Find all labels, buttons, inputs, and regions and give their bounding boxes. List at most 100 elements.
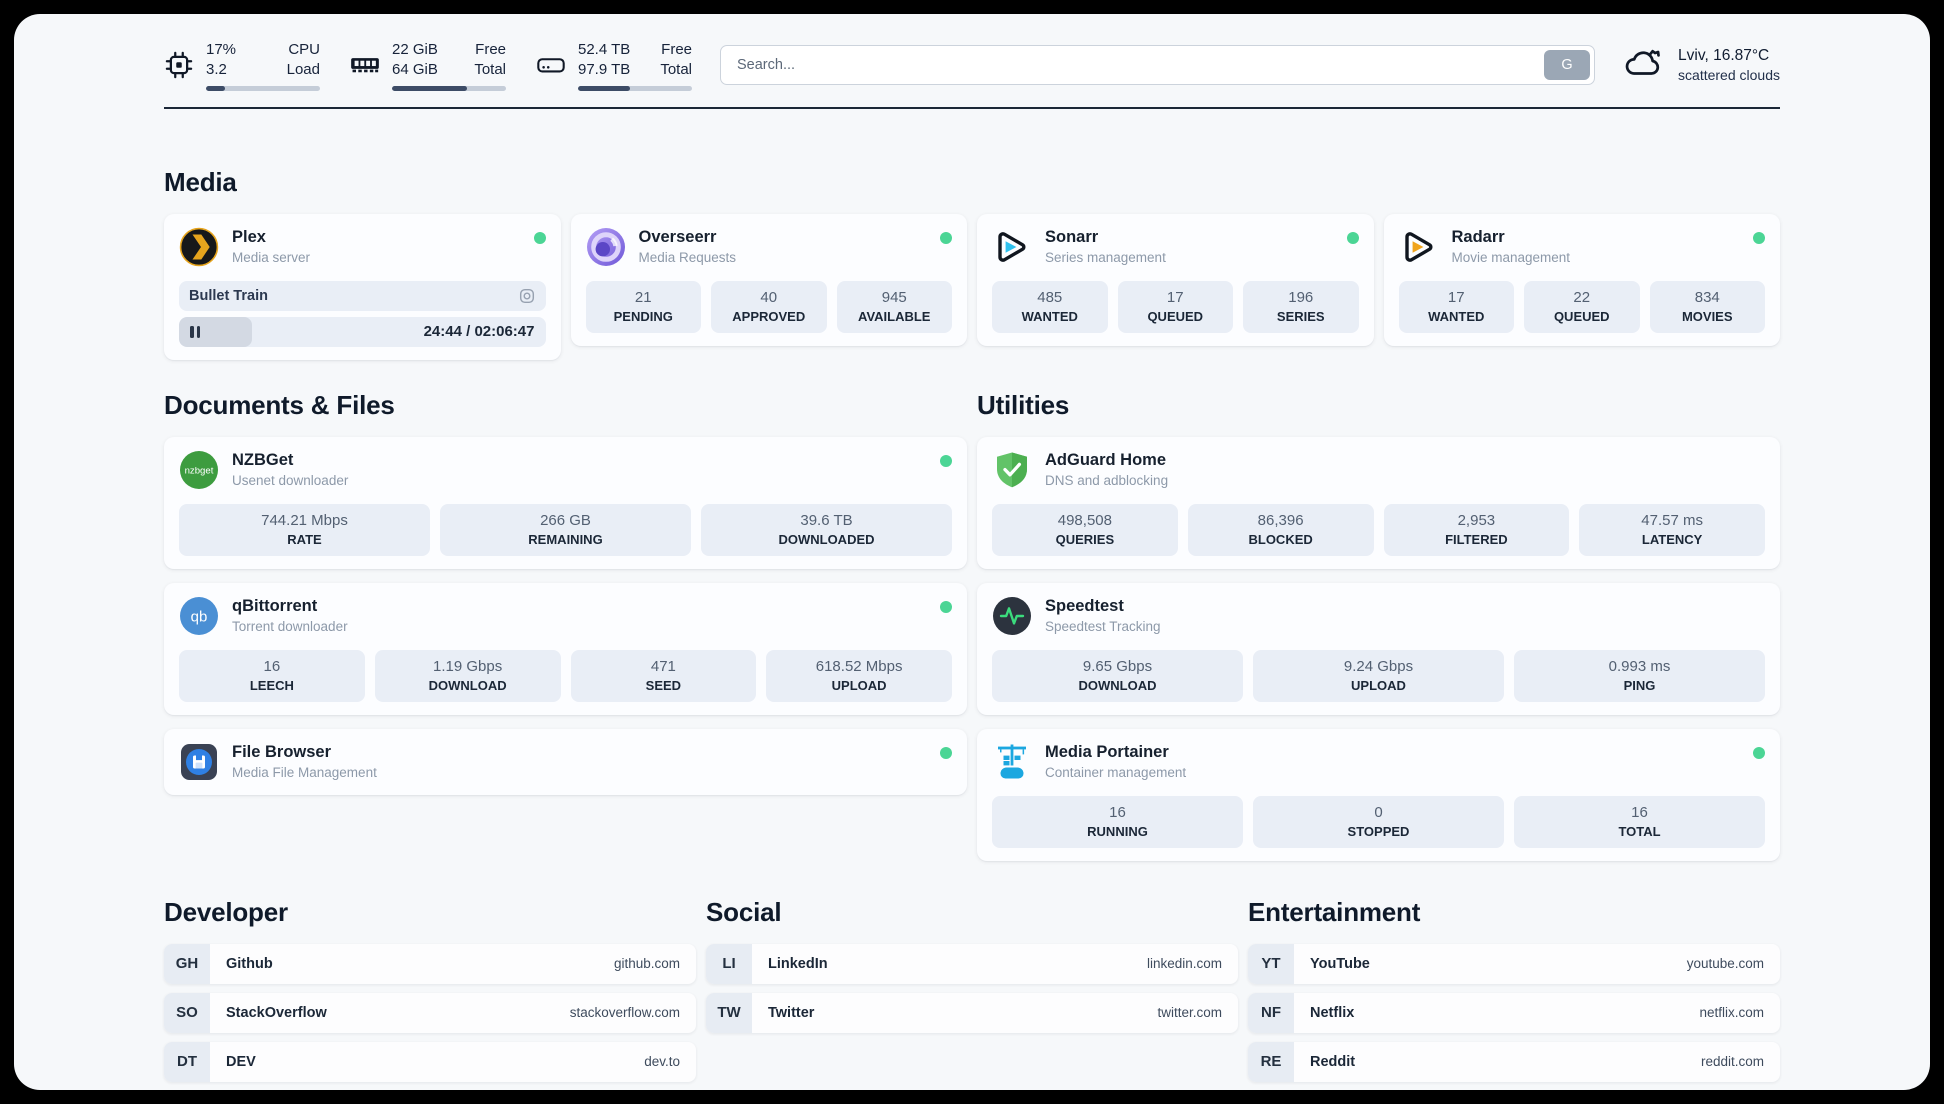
documents-column: Documents & Files nzbget NZBGet Usenet d… [164, 390, 967, 795]
speedtest-icon [992, 596, 1032, 636]
app-name: NZBGet [232, 451, 294, 469]
app-name: Media Portainer [1045, 743, 1169, 761]
stat-approved: 40 APPROVED [711, 280, 827, 333]
app-subtitle: DNS and adblocking [1045, 473, 1169, 488]
weather-location-temp: Lviv, 16.87°C [1678, 47, 1770, 65]
header-divider [164, 106, 1780, 109]
stat-latency: 47.57 ms LATENCY [1579, 503, 1765, 556]
bookmark-github[interactable]: GH Github github.com [164, 943, 696, 984]
developer-column: Developer GH Github github.com SO StackO… [164, 897, 696, 1082]
nzbget-card[interactable]: nzbget NZBGet Usenet downloader 744.21 M… [164, 436, 967, 569]
bookmark-youtube[interactable]: YT YouTube youtube.com [1248, 943, 1780, 984]
bookmark-abbr-badge: SO [164, 992, 210, 1033]
bookmark-reddit[interactable]: RE Reddit reddit.com [1248, 1041, 1780, 1082]
bookmark-abbr-badge: NF [1248, 992, 1294, 1033]
entertainment-column: Entertainment YT YouTube youtube.com NF … [1248, 897, 1780, 1082]
stat-total: 16 TOTAL [1514, 795, 1765, 848]
disk-total-label: Total [660, 61, 692, 79]
radarr-card[interactable]: Radarr Movie management 17 WANTED 22 QUEUE… [1383, 213, 1780, 346]
stat-queued: 22 QUEUED [1524, 280, 1640, 333]
filebrowser-icon [179, 742, 219, 782]
filebrowser-card[interactable]: File Browser Media File Management [164, 728, 967, 795]
app-subtitle: Media server [232, 250, 311, 265]
overseerr-card[interactable]: Overseerr Media Requests 21 PENDING 40 APP… [570, 213, 967, 346]
status-dot [940, 746, 952, 759]
bookmark-twitter[interactable]: TW Twitter twitter.com [706, 992, 1238, 1033]
nzbget-icon: nzbget [179, 450, 219, 490]
app-subtitle: Series management [1045, 250, 1166, 265]
plex-card[interactable]: Plex Media server Bullet Train 24:44 / 0… [164, 213, 561, 360]
svg-text:nzbget: nzbget [185, 465, 214, 476]
memory-progress-fill [392, 85, 468, 91]
portainer-card[interactable]: Media Portainer Container management 16 R… [977, 728, 1780, 861]
status-dot [1346, 231, 1359, 244]
now-playing-title: Bullet Train [189, 287, 268, 304]
bookmark-linkedin[interactable]: LI LinkedIn linkedin.com [706, 943, 1238, 984]
svg-text:qb: qb [191, 608, 208, 625]
bookmark-stackoverflow[interactable]: SO StackOverflow stackoverflow.com [164, 992, 696, 1033]
playback-time: 24:44 / 02:06:47 [423, 323, 535, 340]
video-camera-icon [518, 287, 536, 305]
bookmark-name: Github [226, 955, 273, 972]
weather-condition: scattered clouds [1678, 67, 1780, 84]
cloud-icon [1623, 47, 1665, 84]
app-subtitle: Container management [1045, 765, 1187, 780]
cpu-stat: 17% 3.2 CPU Load [164, 40, 320, 91]
bookmark-name: YouTube [1310, 955, 1370, 972]
now-playing-bar: Bullet Train [179, 280, 546, 311]
app-name: File Browser [232, 743, 332, 761]
disk-progress-track [578, 85, 692, 91]
stat-downloaded: 39.6 TB DOWNLOADED [701, 503, 952, 556]
app-subtitle: Movie management [1451, 250, 1571, 265]
bookmark-url: linkedin.com [1146, 956, 1222, 971]
app-name: Overseerr [638, 228, 717, 246]
app-name: AdGuard Home [1045, 451, 1167, 469]
bookmark-name: Netflix [1310, 1004, 1355, 1021]
utilities-column: Utilities AdGuard Home DNS and adblockin… [977, 390, 1780, 861]
speedtest-card[interactable]: Speedtest Speedtest Tracking 9.65 Gbps DO… [977, 582, 1780, 715]
stat-rate: 744.21 Mbps RATE [179, 503, 430, 556]
section-title-entertainment: Entertainment [1248, 896, 1421, 927]
app-subtitle: Speedtest Tracking [1045, 619, 1161, 634]
search-input[interactable] [720, 45, 1596, 86]
bookmark-netflix[interactable]: NF Netflix netflix.com [1248, 992, 1780, 1033]
radarr-icon [1399, 227, 1439, 267]
qbittorrent-card[interactable]: qb qBittorrent Torrent downloader 16 LEEC… [164, 582, 967, 715]
weather-widget: Lviv, 16.87°C scattered clouds [1623, 47, 1780, 84]
qbittorrent-icon: qb [179, 596, 219, 636]
status-dot [533, 231, 546, 244]
bookmark-name: DEV [226, 1053, 256, 1070]
app-name: Radarr [1451, 228, 1505, 246]
cpu-progress-track [206, 85, 320, 91]
dashboard-panel: 17% 3.2 CPU Load 22 GiB 64 GiB Free Tota… [14, 14, 1930, 1090]
cpu-usage-value: 17% [206, 41, 237, 58]
stat-blocked: 86,396 BLOCKED [1187, 503, 1374, 556]
sonarr-card[interactable]: Sonarr Series management 485 WANTED 17 QUE… [977, 213, 1374, 346]
bookmark-name: StackOverflow [226, 1004, 327, 1021]
memory-free-label: Free [475, 41, 506, 58]
section-title-social: Social [706, 896, 782, 927]
disk-progress-fill [578, 85, 631, 91]
bookmark-url: netflix.com [1699, 1005, 1764, 1020]
bookmark-name: Twitter [768, 1004, 815, 1021]
bookmark-url: dev.to [644, 1054, 680, 1069]
memory-stat: 22 GiB 64 GiB Free Total [350, 40, 506, 91]
search-bar: G [720, 45, 1596, 86]
stat-available: 945 AVAILABLE [836, 280, 952, 333]
disk-free-label: Free [661, 41, 692, 58]
cpu-load-label: Load [286, 61, 320, 79]
search-engine-button[interactable]: G [1544, 50, 1591, 81]
playback-progress-bar[interactable]: 24:44 / 02:06:47 [179, 316, 546, 347]
bookmark-dev[interactable]: DT DEV dev.to [164, 1041, 696, 1082]
bookmark-name: Reddit [1310, 1053, 1356, 1070]
disk-free-value: 52.4 TB [578, 41, 631, 58]
stat-movies: 834 MOVIES [1649, 280, 1765, 333]
section-title-utilities: Utilities [977, 389, 1070, 420]
memory-free-value: 22 GiB [392, 41, 438, 58]
stat-upload: 618.52 Mbps UPLOAD [766, 649, 952, 702]
cpu-icon [164, 50, 194, 80]
section-title-developer: Developer [164, 896, 288, 927]
stat-ping: 0.993 ms PING [1514, 649, 1765, 702]
adguard-icon [992, 450, 1032, 490]
adguard-card[interactable]: AdGuard Home DNS and adblocking 498,508 Q… [977, 436, 1780, 569]
